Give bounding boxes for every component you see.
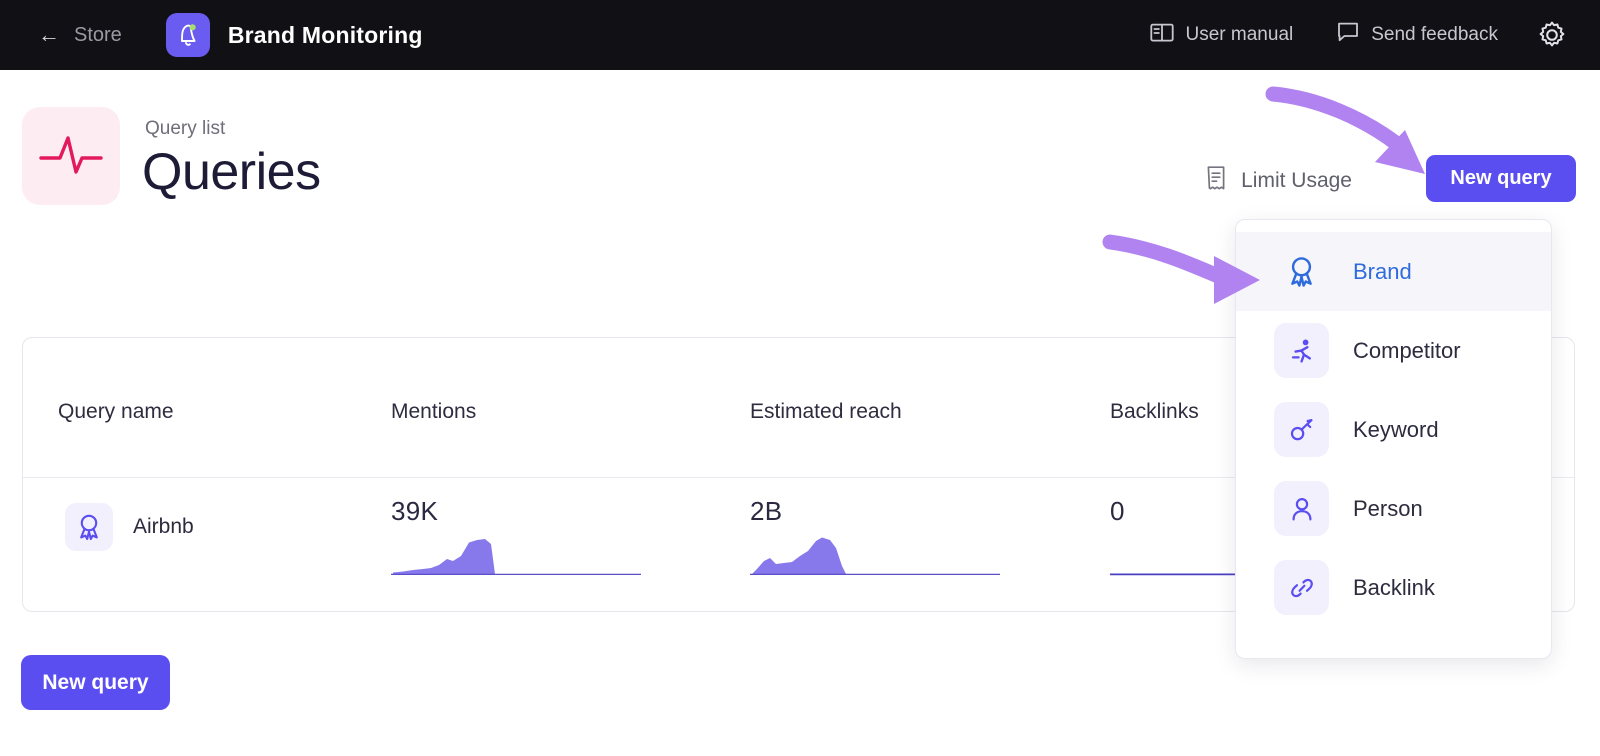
dropdown-item-backlink[interactable]: Backlink: [1236, 548, 1551, 627]
person-icon: [1274, 481, 1329, 536]
query-name-label: Airbnb: [133, 515, 194, 538]
dropdown-item-label: Keyword: [1353, 416, 1439, 442]
backlinks-value: 0: [1110, 496, 1125, 526]
new-query-button-bottom[interactable]: New query: [21, 655, 170, 710]
arrow-left-icon: ←: [38, 22, 60, 47]
receipt-icon: [1205, 165, 1227, 197]
runner-icon: [1274, 323, 1329, 378]
cell-mentions: 39K: [391, 496, 641, 576]
award-ribbon-icon: [1274, 244, 1329, 299]
mentions-sparkline: [391, 534, 641, 581]
estimated-reach-value: 2B: [750, 496, 783, 526]
send-feedback-link[interactable]: Send feedback: [1315, 21, 1520, 49]
pulse-icon: [22, 107, 120, 205]
limit-usage-link[interactable]: Limit Usage: [1205, 165, 1352, 197]
book-open-icon: [1149, 22, 1174, 49]
dropdown-item-label: Competitor: [1353, 337, 1461, 363]
back-to-store-label: Store: [74, 23, 122, 46]
top-navigation-bar: ← Store Brand Monitoring User manual Sen…: [0, 0, 1600, 70]
column-header-mentions: Mentions: [391, 400, 477, 423]
dropdown-item-label: Person: [1353, 495, 1423, 521]
dropdown-item-competitor[interactable]: Competitor: [1236, 311, 1551, 390]
page-header: Query list Queries Limit Usage New query: [0, 70, 1600, 220]
cell-query-name[interactable]: Airbnb: [65, 503, 194, 551]
dropdown-item-label: Backlink: [1353, 574, 1435, 600]
cell-backlinks: 0: [1110, 496, 1360, 576]
bell-notification-icon: [165, 13, 210, 57]
estimated-reach-sparkline: [750, 534, 1000, 581]
column-header-estimated-reach: Estimated reach: [750, 400, 902, 423]
dropdown-item-keyword[interactable]: Keyword: [1236, 390, 1551, 469]
new-query-button-top[interactable]: New query: [1426, 155, 1576, 202]
app-root: ← Store Brand Monitoring User manual Sen…: [0, 0, 1600, 756]
breadcrumb: Query list: [145, 118, 226, 139]
topbar-actions: User manual Send feedback: [1128, 0, 1576, 70]
speech-bubble-icon: [1337, 21, 1359, 49]
column-header-backlinks: Backlinks: [1110, 400, 1199, 423]
send-feedback-label: Send feedback: [1371, 24, 1498, 45]
dropdown-item-label: Brand: [1353, 258, 1412, 284]
dropdown-item-brand[interactable]: Brand: [1236, 232, 1551, 311]
new-query-type-dropdown: Brand Competitor Keyword Person Backlink: [1235, 219, 1552, 659]
user-manual-link[interactable]: User manual: [1128, 22, 1316, 49]
user-manual-label: User manual: [1185, 24, 1294, 45]
gear-icon[interactable]: [1520, 21, 1576, 49]
cell-estimated-reach: 2B: [750, 496, 1000, 576]
app-title: Brand Monitoring: [227, 21, 423, 48]
back-to-store-link[interactable]: ← Store: [38, 24, 122, 47]
column-header-query-name: Query name: [58, 400, 174, 423]
limit-usage-label: Limit Usage: [1241, 169, 1352, 192]
key-icon: [1274, 402, 1329, 457]
mentions-value: 39K: [391, 496, 439, 526]
award-ribbon-icon: [65, 503, 113, 551]
dropdown-item-person[interactable]: Person: [1236, 469, 1551, 548]
link-chain-icon: [1274, 560, 1329, 615]
page-title: Queries: [142, 143, 321, 201]
